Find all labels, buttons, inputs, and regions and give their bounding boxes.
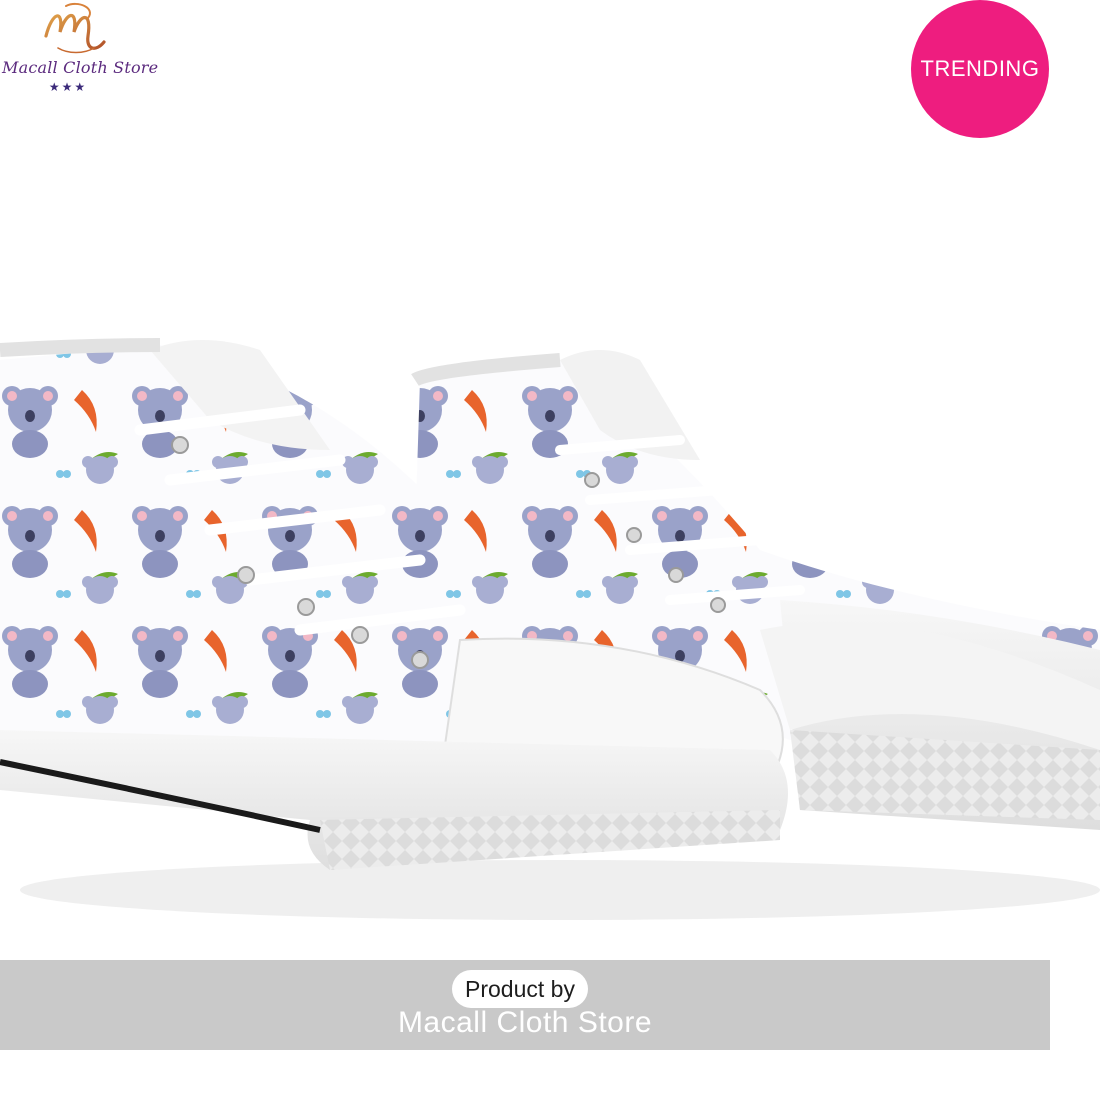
store-logo-stars: ★★★ (48, 80, 88, 94)
footer-store-name: Macall Cloth Store (397, 1006, 653, 1039)
store-logo-name: Macall Cloth Store (2, 58, 159, 77)
product-image (0, 338, 1100, 920)
product-by-label: Product by (452, 970, 588, 1008)
m-monogram-logo-icon (44, 2, 106, 54)
store-logo: Macall Cloth Store ★★★ (0, 0, 159, 100)
trending-badge: TRENDING (911, 0, 1049, 138)
